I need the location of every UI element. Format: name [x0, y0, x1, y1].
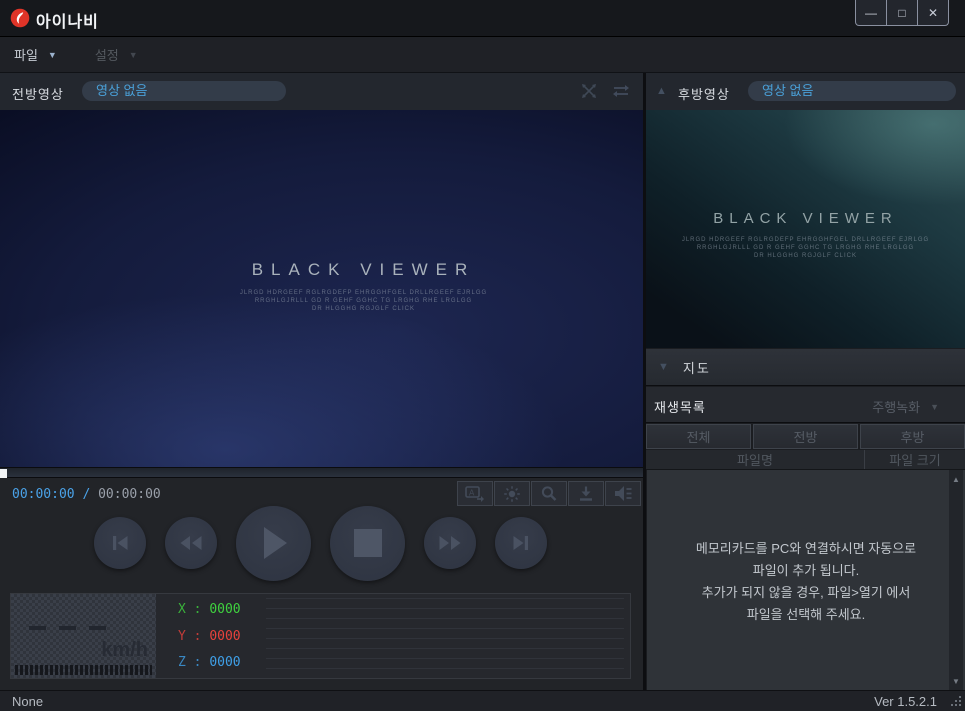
close-button[interactable]: ✕ [917, 0, 949, 26]
map-section-header[interactable]: ▼ 지도 [646, 349, 965, 386]
volume-button[interactable] [605, 481, 641, 506]
time-display: 00:00:00 / 00:00:00 [12, 487, 161, 502]
filter-front-button[interactable]: 전방 [753, 424, 858, 449]
app-title: 아이나비 [36, 8, 99, 32]
chevron-down-icon: ▼ [930, 402, 939, 412]
zoom-icon [540, 485, 558, 503]
chevron-down-icon: ▼ [129, 50, 138, 60]
title-bar: 아이나비 — □ ✕ [0, 0, 965, 37]
playback-panel: 00:00:00 / 00:00:00 A [0, 478, 643, 690]
playlist-filters: 전체 전방 후방 [646, 424, 965, 449]
speed-gauge: km/h [11, 594, 156, 678]
maximize-button[interactable]: □ [886, 0, 918, 26]
playlist-header: 재생목록 주행녹화 ▼ [646, 387, 965, 423]
column-filename[interactable]: 파일명 [646, 450, 865, 469]
app-window: 아이나비 — □ ✕ 파일 ▼ 설정 ▼ 전방영상 영상 없음 ▲ [0, 0, 965, 711]
speed-value-dashes [29, 626, 106, 630]
svg-text:A: A [469, 489, 475, 498]
rear-video-title: 후방영상 [678, 84, 730, 103]
record-mode-value: 주행녹화 [872, 397, 920, 416]
skip-forward-icon [509, 531, 533, 555]
current-time: 00:00:00 [12, 487, 75, 502]
play-icon [257, 524, 291, 562]
volume-icon [613, 485, 633, 502]
menu-settings[interactable]: 설정 ▼ [95, 45, 138, 64]
rear-video-view[interactable]: BLACK VIEWER JLRGD HDRGEEF RGLRGDEFP EHR… [646, 110, 965, 348]
menu-file[interactable]: 파일 ▼ [14, 45, 57, 64]
rear-video-status: 영상 없음 [748, 81, 956, 101]
playlist-title: 재생목록 [654, 397, 706, 416]
gsensor-values: X : 0000 Y : 0000 Z : 0000 [156, 594, 256, 678]
skip-back-icon [108, 531, 132, 555]
file-list[interactable]: 메모리카드를 PC와 연결하시면 자동으로 파일이 추가 됩니다. 추가가 되지… [646, 470, 965, 690]
empty-list-message: 메모리카드를 PC와 연결하시면 자동으로 파일이 추가 됩니다. 추가가 되지… [647, 538, 965, 626]
front-video-status: 영상 없음 [82, 81, 286, 101]
menu-bar: 파일 ▼ 설정 ▼ [0, 37, 965, 73]
stop-icon [353, 528, 383, 558]
gsensor-graph [266, 598, 624, 672]
skip-forward-button[interactable] [495, 517, 547, 569]
column-filesize[interactable]: 파일 크기 [865, 450, 965, 469]
fast-forward-button[interactable] [424, 517, 476, 569]
watermark-title: BLACK VIEWER [646, 210, 965, 227]
chevron-down-icon: ▼ [48, 50, 57, 60]
transport-controls [94, 503, 547, 583]
scroll-down-icon[interactable]: ▼ [949, 674, 963, 688]
gsensor-z: Z : 0000 [178, 655, 256, 670]
download-button[interactable] [568, 481, 604, 506]
rewind-icon [178, 532, 204, 554]
minimize-button[interactable]: — [855, 0, 887, 26]
stop-button[interactable] [330, 506, 405, 581]
fast-forward-icon [437, 532, 463, 554]
play-button[interactable] [236, 506, 311, 581]
gsensor-x: X : 0000 [178, 602, 256, 617]
filter-rear-button[interactable]: 후방 [860, 424, 965, 449]
total-time: 00:00:00 [98, 487, 161, 502]
front-video-view[interactable]: BLACK VIEWER JLRGD HDRGEEF RGLRGDEFP EHR… [0, 110, 643, 467]
download-icon [577, 485, 595, 502]
speed-tick-strip [15, 665, 152, 675]
file-table-header: 파일명 파일 크기 [646, 450, 965, 470]
scroll-up-icon[interactable]: ▲ [949, 472, 963, 486]
brightness-icon [503, 485, 521, 503]
rear-video-header: ▲ 후방영상 영상 없음 [646, 73, 965, 111]
rewind-button[interactable] [165, 517, 217, 569]
skip-back-button[interactable] [94, 517, 146, 569]
status-text: None [12, 694, 43, 709]
resize-grip-icon[interactable] [949, 695, 962, 708]
collapse-down-icon: ▼ [658, 361, 669, 373]
speed-unit-label: km/h [101, 639, 148, 662]
filter-all-button[interactable]: 전체 [646, 424, 751, 449]
status-bar: None Ver 1.5.2.1 [0, 690, 965, 711]
version-label: Ver 1.5.2.1 [874, 694, 937, 709]
capture-icon: A [464, 485, 486, 502]
front-video-header: 전방영상 영상 없음 [0, 73, 643, 111]
watermark-title: BLACK VIEWER [42, 260, 643, 280]
seek-bar[interactable] [0, 467, 643, 478]
map-title: 지도 [683, 358, 711, 377]
inavi-logo-icon [10, 8, 30, 28]
swap-video-icon[interactable] [611, 81, 631, 101]
seek-handle[interactable] [0, 469, 7, 478]
menu-file-label: 파일 [14, 45, 38, 64]
fullscreen-icon[interactable] [579, 81, 599, 101]
telemetry-panel: km/h X : 0000 Y : 0000 Z : 0000 [10, 593, 631, 679]
rear-watermark: BLACK VIEWER JLRGD HDRGEEF RGLRGDEFP EHR… [646, 210, 965, 260]
front-watermark: BLACK VIEWER JLRGD HDRGEEF RGLRGDEFP EHR… [42, 260, 643, 313]
gsensor-y: Y : 0000 [178, 629, 256, 644]
front-video-title: 전방영상 [12, 84, 64, 103]
file-list-scrollbar[interactable]: ▲ ▼ [949, 470, 963, 690]
menu-settings-label: 설정 [95, 45, 119, 64]
record-mode-select[interactable]: 주행녹화 ▼ [872, 397, 939, 416]
collapse-up-icon[interactable]: ▲ [656, 85, 667, 97]
window-controls: — □ ✕ [856, 0, 949, 26]
